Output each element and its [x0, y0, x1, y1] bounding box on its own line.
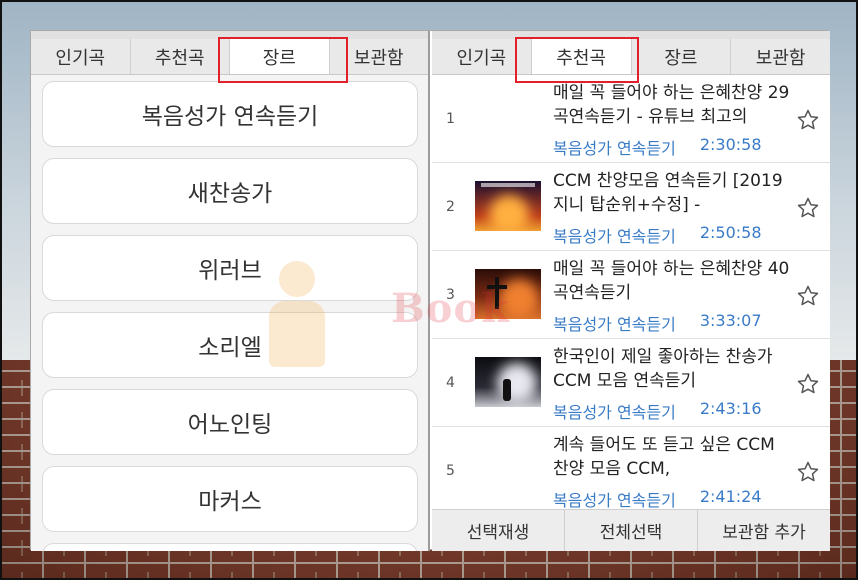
add-to-storage-button[interactable]: 보관함 추가	[698, 510, 830, 551]
genre-button[interactable]: 위러브	[42, 235, 418, 301]
song-row[interactable]: 1 매일 꼭 들어야 하는 은혜찬양 29곡연속듣기 - 유튜브 최고의 복음성…	[432, 75, 830, 163]
song-title: 매일 꼭 들어야 하는 은혜찬양 29곡연속듣기 - 유튜브 최고의	[553, 83, 790, 127]
song-category: 복음성가 연속듣기	[553, 227, 676, 246]
song-category: 복음성가 연속듣기	[553, 315, 676, 334]
star-outline-icon[interactable]	[796, 196, 820, 220]
right-tab-popular[interactable]: 인기곡	[432, 39, 532, 74]
genre-button[interactable]: 소리엘	[42, 312, 418, 378]
app-window: 인기곡 추천곡 장르 보관함 복음성가 연속듣기 새찬송가 위러브 소리엘 어노…	[30, 30, 830, 551]
right-tab-storage[interactable]: 보관함	[731, 39, 830, 74]
left-tab-storage[interactable]: 보관함	[330, 39, 429, 74]
genre-button[interactable]: 복음성가 연속듣기	[42, 81, 418, 147]
song-row[interactable]: 3 매일 꼭 들어야 하는 은혜찬양 40곡연속듣기 복음성가 연속듣기 3:3…	[432, 251, 830, 339]
song-title: 매일 꼭 들어야 하는 은혜찬양 40곡연속듣기	[553, 259, 790, 303]
song-title: CCM 찬양모음 연속듣기 [2019 지니 탑순위+수정] -	[553, 171, 783, 215]
genre-button[interactable]: 새찬송가	[42, 158, 418, 224]
song-row[interactable]: 4 한국인이 제일 좋아하는 찬송가 CCM 모음 연속듣기 복음성가 연속듣기…	[432, 339, 830, 427]
song-thumbnail	[475, 269, 541, 319]
song-row[interactable]: 5 계속 들어도 또 듣고 싶은 CCM 찬양 모음 CCM, 복음성가 연속듣…	[432, 427, 830, 509]
song-thumbnail	[475, 181, 541, 231]
song-number: 1	[446, 111, 455, 127]
song-duration: 2:43:16	[699, 399, 762, 418]
song-duration: 2:30:58	[699, 135, 762, 154]
song-category: 복음성가 연속듣기	[553, 139, 676, 158]
song-duration: 2:41:24	[699, 487, 762, 506]
right-tab-recommended[interactable]: 추천곡	[531, 39, 632, 74]
left-tab-popular[interactable]: 인기곡	[31, 39, 131, 74]
song-title: 계속 들어도 또 듣고 싶은 CCM 찬양 모음 CCM,	[553, 435, 775, 479]
star-outline-icon[interactable]	[796, 108, 820, 132]
song-row[interactable]: 2 CCM 찬양모음 연속듣기 [2019 지니 탑순위+수정] - 복음성가 …	[432, 163, 830, 251]
song-list: 1 매일 꼭 들어야 하는 은혜찬양 29곡연속듣기 - 유튜브 최고의 복음성…	[432, 75, 830, 509]
song-number: 4	[446, 375, 455, 391]
star-outline-icon[interactable]	[796, 372, 820, 396]
right-panel: 인기곡 추천곡 장르 보관함 1 매일 꼭 들어야 하는 은혜찬양 29곡연속듣…	[432, 31, 830, 551]
song-category: 복음성가 연속듣기	[553, 403, 676, 422]
star-outline-icon[interactable]	[796, 284, 820, 308]
left-tab-recommended[interactable]: 추천곡	[131, 39, 230, 74]
song-number: 5	[446, 463, 455, 479]
song-duration: 3:33:07	[699, 311, 762, 330]
right-tab-genre[interactable]: 장르	[632, 39, 732, 74]
left-tab-bar: 인기곡 추천곡 장르 보관함	[31, 31, 428, 75]
select-all-button[interactable]: 전체선택	[565, 510, 698, 551]
genre-button[interactable]: 어노인팅	[42, 389, 418, 455]
song-category: 복음성가 연속듣기	[553, 491, 676, 509]
genre-list: 복음성가 연속듣기 새찬송가 위러브 소리엘 어노인팅 마커스	[31, 75, 430, 551]
right-tab-bar: 인기곡 추천곡 장르 보관함	[432, 31, 830, 75]
song-number: 3	[446, 287, 455, 303]
song-duration: 2:50:58	[699, 223, 762, 242]
star-outline-icon[interactable]	[796, 460, 820, 484]
left-panel: 인기곡 추천곡 장르 보관함 복음성가 연속듣기 새찬송가 위러브 소리엘 어노…	[31, 31, 430, 551]
song-number: 2	[446, 199, 455, 215]
genre-button[interactable]: 마커스	[42, 466, 418, 532]
song-title: 한국인이 제일 좋아하는 찬송가 CCM 모음 연속듣기	[553, 347, 773, 391]
genre-button-partial[interactable]	[42, 543, 418, 551]
song-thumbnail	[475, 357, 541, 407]
left-tab-genre[interactable]: 장르	[230, 39, 330, 74]
action-bar: 선택재생 전체선택 보관함 추가	[432, 509, 830, 551]
play-selected-button[interactable]: 선택재생	[432, 510, 565, 551]
